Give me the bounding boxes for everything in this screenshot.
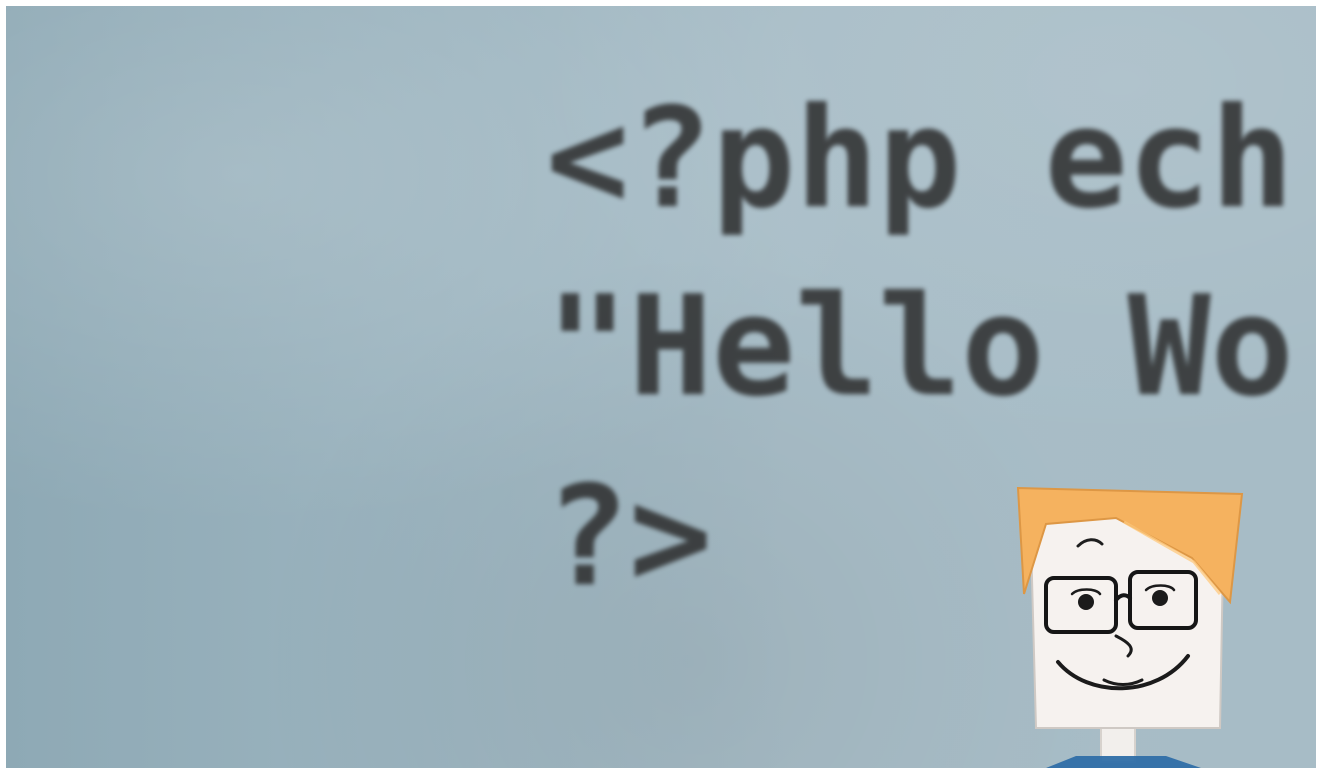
screenshot-frame: <?php ech "Hello Wo ?> (0, 0, 1331, 768)
code-line-2: "Hello Wo (546, 266, 1294, 427)
origami-head (1016, 486, 1244, 768)
origami-figure (1016, 486, 1244, 768)
blurred-code-text: <?php ech "Hello Wo ?> (546, 90, 1316, 650)
code-line-1: <?php ech (546, 78, 1294, 239)
photo: <?php ech "Hello Wo ?> (6, 6, 1316, 768)
code-line-3: ?> (546, 456, 713, 617)
